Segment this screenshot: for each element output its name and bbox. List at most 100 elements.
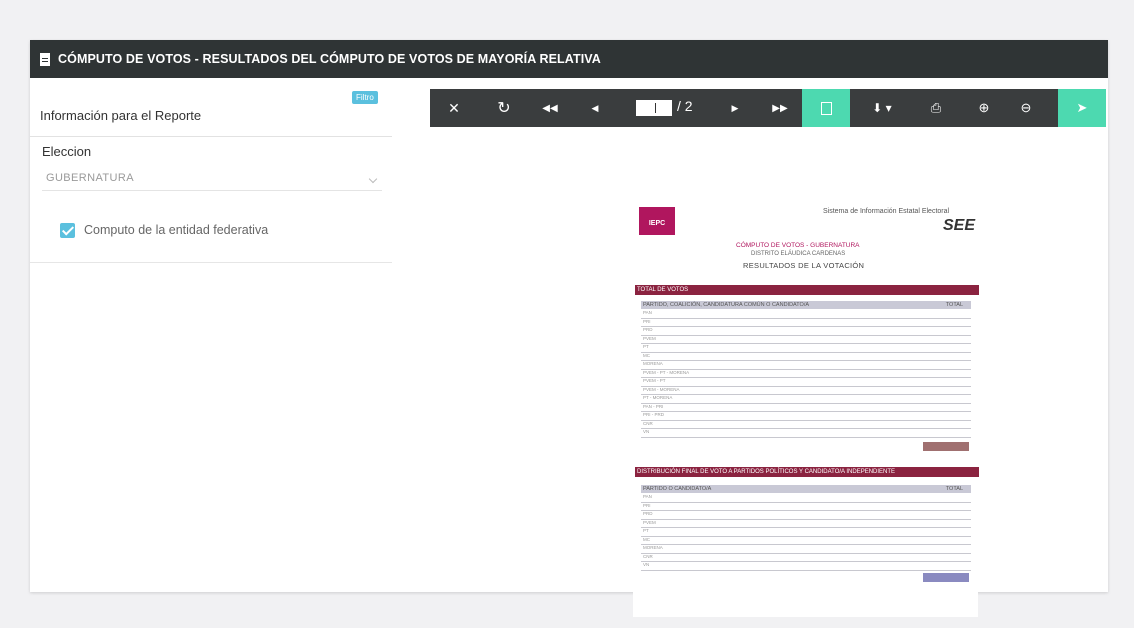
download-icon[interactable]: ⬇ ▾: [864, 89, 900, 127]
pdf-viewer: ✕ ↻ ◀◀ ◀ / 2 ▶ ▶▶ ⬇ ▾ ⎙ ⊕ ⊖ ➤ IEPC Siste…: [430, 89, 1106, 617]
table-row: PAN - PRI: [641, 403, 971, 412]
system-name: Sistema de Información Estatal Electoral: [823, 208, 950, 215]
entity-checkbox[interactable]: [60, 223, 75, 238]
chevron-down-icon: [368, 174, 378, 184]
last-page-icon[interactable]: ▶▶: [768, 89, 792, 127]
table-row: MC: [641, 536, 971, 545]
table-row: PVEM - PT - MORENA: [641, 369, 971, 378]
row-party-label: PVEM - MORENA: [643, 386, 680, 392]
table-row: PVEM: [641, 519, 971, 528]
table-row: PAN: [641, 494, 971, 503]
print-icon[interactable]: ⎙: [922, 89, 950, 127]
row-party-label: PT: [643, 344, 649, 349]
table1-header: PARTIDO, COALICIÓN, CANDIDATURA COMÚN O …: [641, 301, 971, 309]
row-party-label: PVEM: [643, 335, 656, 341]
previous-page-icon[interactable]: ◀: [585, 89, 605, 127]
table-row: PT: [641, 344, 971, 353]
table-row: VN: [641, 429, 971, 438]
document-icon: [40, 52, 50, 66]
row-party-label: MC: [643, 352, 650, 358]
row-party-label: MORENA: [643, 545, 663, 550]
table-row: PRD: [641, 327, 971, 336]
table-row: CNR: [641, 553, 971, 562]
divider: [30, 136, 392, 137]
report-page: CÓMPUTO DE VOTOS - RESULTADOS DEL CÓMPUT…: [30, 40, 1108, 617]
table-row: PVEM - PT: [641, 378, 971, 387]
table-row: PAN: [641, 310, 971, 319]
page-title: CÓMPUTO DE VOTOS - RESULTADOS DEL CÓMPUT…: [58, 52, 601, 66]
table-row: PRI: [641, 502, 971, 511]
zoom-out-icon[interactable]: ⊖: [1012, 89, 1040, 127]
row-party-label: PAN: [643, 310, 652, 315]
row-party-label: PT: [643, 528, 649, 533]
table1-col-total: TOTAL: [945, 302, 963, 308]
row-party-label: PRD: [643, 327, 653, 332]
row-party-label: PT - MORENA: [643, 395, 673, 400]
election-select-value: GUBERNATURA: [46, 172, 134, 184]
report-document: IEPC Sistema de Información Estatal Elec…: [633, 197, 979, 617]
filter-badge[interactable]: Filtro: [352, 91, 378, 104]
table1-body: PAN PRI PRD PVEM PT MC MORENA PVEM - PT - MOREN…: [641, 310, 971, 438]
viewer-toolbar: ✕ ↻ ◀◀ ◀ / 2 ▶ ▶▶ ⬇ ▾ ⎙ ⊕ ⊖ ➤: [430, 89, 1106, 127]
table-row: PRI - PRD: [641, 412, 971, 421]
report-filter-panel: Información para el Reporte Filtro Elecc…: [30, 78, 392, 263]
system-short-name: SEE: [943, 217, 976, 234]
row-party-label: PRI - PRD: [643, 412, 665, 417]
table-row: CNR: [641, 420, 971, 429]
row-party-label: PVEM - PT: [643, 378, 666, 383]
table2-header: PARTIDO O CANDIDATO/A TOTAL: [641, 485, 971, 493]
table-row: PT: [641, 528, 971, 537]
title-bar: CÓMPUTO DE VOTOS - RESULTADOS DEL CÓMPUT…: [30, 40, 1108, 78]
row-party-label: PVEM: [643, 519, 656, 525]
viewer-canvas: IEPC Sistema de Información Estatal Elec…: [430, 127, 1106, 617]
table-row: MC: [641, 352, 971, 361]
send-icon[interactable]: ➤: [1058, 89, 1106, 127]
row-party-label: PRI: [643, 318, 651, 324]
row-party-label: PAN - PRI: [643, 403, 664, 409]
election-select[interactable]: GUBERNATURA: [42, 168, 382, 191]
iepc-logo: IEPC: [639, 207, 675, 235]
row-party-label: CNR: [643, 553, 653, 559]
refresh-icon[interactable]: ↻: [492, 89, 516, 127]
table2-body: PAN PRI PRD PVEM PT MC MORENA CNR VN: [641, 494, 971, 571]
entity-checkbox-label[interactable]: Computo de la entidad federativa: [84, 223, 268, 237]
table-row: PVEM: [641, 335, 971, 344]
row-party-label: MC: [643, 536, 650, 542]
table-row: PRI: [641, 318, 971, 327]
report-subtitle: CÓMPUTO DE VOTOS - GUBERNATURA: [736, 242, 860, 249]
row-party-label: PRD: [643, 511, 653, 516]
zoom-in-icon[interactable]: ⊕: [970, 89, 998, 127]
table-row: PVEM - MORENA: [641, 386, 971, 395]
table1-col-party: PARTIDO, COALICIÓN, CANDIDATURA COMÚN O …: [643, 302, 810, 308]
page-total: / 2: [677, 98, 693, 114]
election-label: Eleccion: [42, 144, 92, 159]
row-party-label: VN: [643, 429, 650, 434]
table-row: MORENA: [641, 545, 971, 554]
next-page-icon[interactable]: ▶: [725, 89, 745, 127]
row-party-label: PAN: [643, 494, 652, 499]
section-total-votes: TOTAL DE VOTOS: [635, 285, 979, 295]
row-party-label: PRI: [643, 502, 651, 508]
row-party-label: PVEM - PT - MORENA: [643, 369, 690, 375]
report-district: DISTRITO ELÁUDICA CARDENAS: [751, 251, 846, 257]
table2-total: [923, 573, 969, 582]
table2-col-party: PARTIDO O CANDIDATO/A: [643, 486, 712, 492]
table1-total: [923, 442, 969, 451]
row-party-label: VN: [643, 562, 650, 567]
first-page-icon[interactable]: ◀◀: [538, 89, 562, 127]
close-icon[interactable]: ✕: [442, 89, 466, 127]
row-party-label: CNR: [643, 420, 653, 426]
table-row: MORENA: [641, 361, 971, 370]
report-heading: RESULTADOS DE LA VOTACIÓN: [743, 261, 865, 270]
table-row: PT - MORENA: [641, 395, 971, 404]
section-final-distribution: DISTRIBUCIÓN FINAL DE VOTO A PARTIDOS PO…: [635, 467, 979, 477]
table-row: VN: [641, 562, 971, 571]
table-row: PRD: [641, 511, 971, 520]
row-party-label: MORENA: [643, 361, 663, 366]
document-view-button[interactable]: [802, 89, 850, 127]
divider: [30, 262, 392, 263]
page-number-input[interactable]: [636, 100, 672, 116]
table2-col-total: TOTAL: [945, 486, 963, 492]
info-label: Información para el Reporte: [40, 108, 202, 123]
document-icon: [820, 101, 832, 115]
